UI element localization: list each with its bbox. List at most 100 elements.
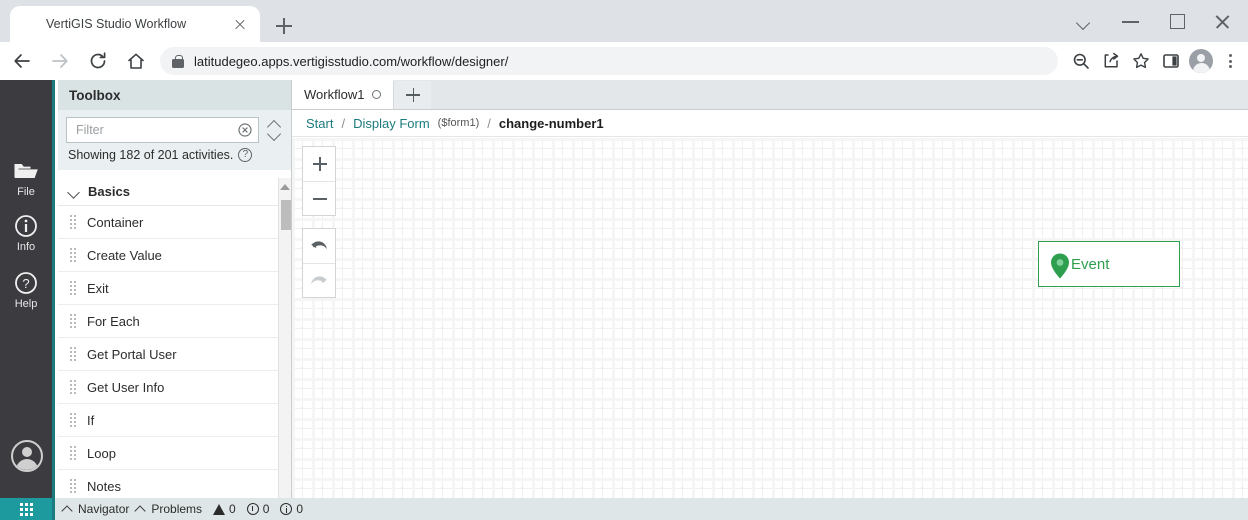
- list-item-label: Container: [87, 214, 144, 230]
- list-item[interactable]: Create Value: [58, 239, 291, 272]
- unsaved-indicator-icon[interactable]: [372, 89, 382, 99]
- drag-handle-icon[interactable]: [70, 446, 76, 460]
- info-count: 0: [280, 502, 303, 516]
- zoom-out-button[interactable]: [303, 181, 335, 215]
- info-circle-icon: [0, 213, 52, 239]
- list-item[interactable]: For Each: [58, 305, 291, 338]
- user-avatar-icon[interactable]: [11, 440, 43, 472]
- toolbox-title: Toolbox: [58, 80, 291, 110]
- toolbox-scrollbar[interactable]: [278, 178, 291, 520]
- rail-item-label: Info: [16, 241, 36, 253]
- sort-chevrons-icon[interactable]: [265, 117, 283, 143]
- browser-toolbar: latitudegeo.apps.vertigisstudio.com/work…: [0, 42, 1248, 80]
- reload-icon[interactable]: [82, 45, 114, 77]
- list-item[interactable]: If: [58, 404, 291, 437]
- breadcrumb: Start / Display Form ($form1) / change-n…: [292, 110, 1248, 137]
- browser-titlebar: VertiGIS Studio Workflow: [0, 0, 1248, 42]
- drag-handle-icon[interactable]: [70, 413, 76, 427]
- list-item[interactable]: Get Portal User: [58, 338, 291, 371]
- warning-count-value: 0: [229, 502, 236, 516]
- list-item-label: Get Portal User: [87, 346, 177, 362]
- drag-handle-icon[interactable]: [70, 281, 76, 295]
- app-grid-icon[interactable]: [0, 498, 52, 520]
- drag-handle-icon[interactable]: [70, 215, 76, 229]
- workflow-editor: Workflow1 Start / Display Form ($form1) …: [292, 79, 1248, 520]
- filter-placeholder: Filter: [76, 123, 104, 137]
- scrollbar-thumb[interactable]: [280, 200, 291, 230]
- close-icon[interactable]: [230, 14, 250, 34]
- share-icon[interactable]: [1096, 46, 1126, 76]
- activity-count-text: Showing 182 of 201 activities.: [68, 148, 234, 162]
- list-item[interactable]: Exit: [58, 272, 291, 305]
- list-item-label: Loop: [87, 445, 116, 461]
- redo-button[interactable]: [303, 263, 335, 297]
- browser-tab-title: VertiGIS Studio Workflow: [46, 17, 187, 31]
- new-tab-icon[interactable]: [270, 12, 298, 40]
- undo-button[interactable]: [303, 229, 335, 263]
- chevron-up-icon: [63, 505, 72, 514]
- browser-tab[interactable]: VertiGIS Studio Workflow: [10, 6, 260, 42]
- warning-count: 0: [213, 502, 236, 516]
- drag-handle-icon[interactable]: [70, 314, 76, 328]
- breadcrumb-separator: /: [341, 115, 346, 131]
- breadcrumb-item-display-form[interactable]: Display Form: [353, 116, 430, 131]
- drag-handle-icon[interactable]: [70, 347, 76, 361]
- home-icon[interactable]: [120, 45, 152, 77]
- workflow-tab-label: Workflow1: [304, 86, 365, 102]
- vertigis-hex-logo-icon[interactable]: [5, 85, 49, 129]
- app-body: File Info ? Help Toolbox Filter Showing …: [0, 79, 1248, 520]
- bookmark-star-icon[interactable]: [1126, 46, 1156, 76]
- close-icon[interactable]: [1200, 0, 1248, 42]
- list-item[interactable]: Loop: [58, 437, 291, 470]
- workflow-tabstrip: Workflow1: [292, 79, 1248, 110]
- drag-handle-icon[interactable]: [70, 248, 76, 262]
- help-circle-icon[interactable]: ?: [238, 148, 253, 162]
- scroll-up-icon[interactable]: [280, 183, 290, 190]
- list-item-label: Get User Info: [87, 379, 165, 395]
- browser-window: VertiGIS Studio Workflow latitudegeo.app…: [0, 0, 1248, 520]
- list-item[interactable]: Get User Info: [58, 371, 291, 404]
- profile-avatar-icon[interactable]: [1186, 46, 1216, 76]
- address-bar[interactable]: latitudegeo.apps.vertigisstudio.com/work…: [160, 47, 1058, 75]
- side-panel-icon[interactable]: [1156, 46, 1186, 76]
- rail-item-info[interactable]: Info: [0, 213, 52, 253]
- maximize-icon[interactable]: [1154, 0, 1200, 42]
- svg-text:?: ?: [22, 276, 29, 291]
- list-item-label: Exit: [87, 280, 109, 296]
- forward-arrow-icon[interactable]: [44, 45, 76, 77]
- minimize-icon[interactable]: [1108, 0, 1154, 42]
- breadcrumb-current: change-number1: [498, 115, 604, 131]
- drag-handle-icon[interactable]: [70, 479, 76, 493]
- activity-list[interactable]: Basics Container Create Value Exit For E…: [58, 178, 291, 520]
- list-item-label: If: [87, 412, 95, 428]
- list-item[interactable]: Container: [58, 206, 291, 239]
- rail-item-file[interactable]: File: [0, 158, 52, 198]
- list-item-label: For Each: [87, 313, 140, 329]
- status-navigator-label: Navigator: [78, 502, 130, 516]
- error-count: 0: [246, 502, 269, 516]
- rail-item-help[interactable]: ? Help: [0, 270, 52, 310]
- filter-input[interactable]: Filter: [66, 117, 259, 143]
- more-menu-icon[interactable]: [1216, 46, 1244, 76]
- breadcrumb-item-start[interactable]: Start: [306, 116, 333, 131]
- chevron-down-icon[interactable]: [1062, 0, 1108, 42]
- activity-group-label: Basics: [88, 184, 130, 199]
- workflow-canvas[interactable]: Event: [292, 138, 1248, 498]
- status-navigator[interactable]: Navigator: [63, 502, 129, 516]
- status-problems[interactable]: Problems: [136, 502, 202, 516]
- breadcrumb-separator: /: [487, 115, 491, 131]
- drag-handle-icon[interactable]: [70, 380, 76, 394]
- list-item-label: Notes: [87, 478, 121, 494]
- activity-group-basics[interactable]: Basics: [58, 178, 291, 206]
- toolbox-panel: Toolbox Filter Showing 182 of 201 activi…: [58, 80, 292, 520]
- add-tab-icon[interactable]: [393, 81, 432, 109]
- workflow-node-event[interactable]: Event: [1038, 241, 1180, 287]
- zoom-in-button[interactable]: [303, 147, 335, 181]
- activity-count-row: Showing 182 of 201 activities. ?: [66, 143, 283, 164]
- toolbox-filter-zone: Filter Showing 182 of 201 activities. ?: [58, 110, 291, 170]
- back-arrow-icon[interactable]: [6, 45, 38, 77]
- workflow-tab[interactable]: Workflow1: [292, 79, 394, 109]
- status-bar: Navigator Problems 0 0 0: [55, 498, 1248, 520]
- clear-icon[interactable]: [238, 123, 252, 137]
- zoom-out-icon[interactable]: [1066, 46, 1096, 76]
